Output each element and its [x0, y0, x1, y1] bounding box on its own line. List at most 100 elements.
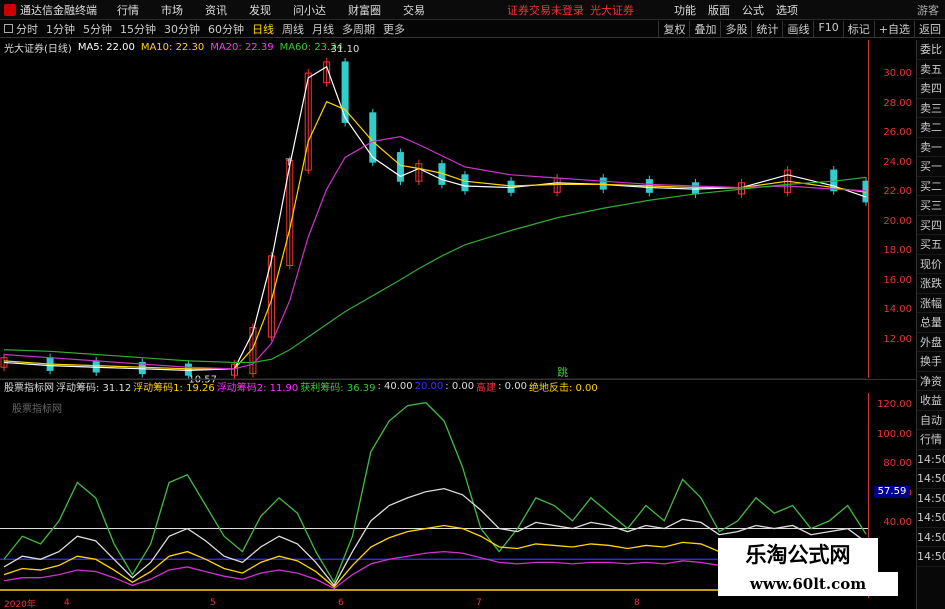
side-panel-item[interactable]: 涨幅 [917, 294, 945, 313]
side-panel-item[interactable]: 卖二 [917, 118, 945, 138]
indicator-value-line20: 20.00 [414, 381, 444, 392]
indicator-watermark-name: 股票指标网 [12, 404, 62, 415]
indicator-header: 股票指标网 浮动筹码: 31.12 浮动筹码1: 19.26 浮动筹码2: 11… [0, 379, 945, 394]
indicator-value-fightback: 绝地反击: 0.00 [528, 383, 598, 394]
tdx-app-window: 通达信金融终端 行情 市场 资讯 发现 问小达 财富圈 交易 证券交易未登录 光… [0, 0, 945, 609]
y-tick-label: 12.00 [883, 333, 912, 345]
side-panel-item[interactable]: 卖三 [917, 99, 945, 118]
side-panel-item[interactable]: 涨跌 [917, 274, 945, 294]
watermark-title: 乐淘公式网 [718, 538, 878, 572]
menu-discover[interactable]: 发现 [249, 2, 271, 18]
side-panel-item[interactable]: 自动 [917, 411, 945, 430]
side-panel-item[interactable]: 14:50 [917, 547, 945, 567]
y-tick-label: 120.00 [877, 399, 912, 410]
indicator-value-float1: 浮动筹码1: 19.26 [133, 383, 215, 394]
menu-news[interactable]: 资讯 [205, 2, 227, 18]
indicator-value-float2: 浮动筹码2: 11.90 [216, 383, 299, 394]
side-panel-item[interactable]: 外盘 [917, 333, 945, 352]
period-30min[interactable]: 30分钟 [164, 21, 200, 37]
f10-button[interactable]: F10 [813, 20, 842, 37]
date-tick-label: 4 [64, 598, 70, 608]
formula-button[interactable]: 公式 [742, 2, 764, 18]
period-1min[interactable]: 1分钟 [46, 21, 75, 37]
period-60min[interactable]: 60分钟 [208, 21, 244, 37]
side-panel-item[interactable]: 14:50 [917, 528, 945, 547]
y-tick-label: 30.00 [883, 68, 912, 79]
candle-body [92, 360, 100, 373]
side-panel-item[interactable]: 行情 [917, 430, 945, 450]
chart-tools: 复权 叠加 多股 统计 画线 F10 标记 +自选 返回 [658, 20, 945, 37]
watermark-url: www.60lt.com [718, 572, 898, 596]
y-tick-label: 28.00 [883, 97, 912, 109]
y-tick-label: 16.00 [883, 274, 912, 286]
side-panel-item[interactable]: 换手 [917, 352, 945, 372]
quote-side-panel: 委比 卖五 卖四 卖三 卖二 卖一 买一 买二 买三 买四 买五 现价 涨跌 涨幅 总量 外盘 换手 净资 收益 自动… [916, 40, 945, 609]
marker-t: T [285, 157, 293, 168]
side-panel-item[interactable]: 14:50 [917, 469, 945, 489]
candle-body [599, 177, 607, 190]
side-panel-item[interactable]: 卖五 [917, 60, 945, 79]
indicator-value-line40: : 40.00 [377, 381, 413, 392]
period-menu-icon[interactable] [4, 24, 13, 33]
app-logo-icon [4, 3, 16, 16]
multi-stock-button[interactable]: 多股 [720, 20, 751, 37]
top-menu-bar: 通达信金融终端 行情 市场 资讯 发现 问小达 财富圈 交易 证券交易未登录 光… [0, 0, 945, 20]
side-panel-item[interactable]: 买四 [917, 216, 945, 235]
menu-ask[interactable]: 问小达 [293, 2, 326, 18]
high-price-label: 31.10 [331, 44, 360, 55]
side-panel-item[interactable]: 买一 [917, 157, 945, 177]
indicator-value-zero: : 0.00 [445, 381, 475, 392]
overlay-button[interactable]: 叠加 [689, 20, 720, 37]
indicator-value-gaojian: 高建 [476, 383, 497, 394]
menu-trade[interactable]: 交易 [403, 2, 425, 18]
side-panel-item[interactable]: 总量 [917, 313, 945, 333]
side-panel-item[interactable]: 买三 [917, 196, 945, 216]
indicator-value-float: 浮动筹码: 31.12 [56, 383, 132, 394]
side-panel-item[interactable]: 卖一 [917, 138, 945, 157]
layout-button[interactable]: 版面 [708, 2, 730, 18]
side-panel-item[interactable]: 卖四 [917, 79, 945, 99]
restore-rights-button[interactable]: 复权 [658, 20, 689, 37]
period-monthly[interactable]: 月线 [312, 21, 334, 37]
side-panel-item[interactable]: 收益 [917, 391, 945, 411]
add-watchlist-button[interactable]: +自选 [873, 20, 914, 37]
back-button[interactable]: 返回 [914, 20, 945, 37]
period-5min[interactable]: 5分钟 [83, 21, 112, 37]
statistics-button[interactable]: 统计 [751, 20, 782, 37]
ma-line-ma10 [3, 100, 867, 370]
indicator-value-zero2: : 0.00 [498, 381, 527, 392]
period-15min[interactable]: 15分钟 [120, 21, 156, 37]
guest-button[interactable]: 游客 [917, 2, 939, 18]
side-panel-item[interactable]: 买五 [917, 235, 945, 255]
login-warning[interactable]: 证券交易未登录 [507, 2, 584, 18]
y-tick-label: 26.00 [883, 127, 912, 138]
side-panel-item[interactable]: 14:50 [917, 508, 945, 528]
period-intraday[interactable]: 分时 [16, 21, 38, 37]
y-tick-label: 14.00 [883, 304, 912, 315]
period-multi[interactable]: 多周期 [342, 21, 375, 37]
period-weekly[interactable]: 周线 [282, 21, 304, 37]
chart-canvas[interactable]: 31.1010.57T跳 [0, 40, 868, 597]
mark-button[interactable]: 标记 [842, 20, 874, 37]
menu-wealth[interactable]: 财富圈 [348, 2, 381, 18]
date-axis: 2020年 4 5 6 7 8 [0, 597, 945, 609]
side-panel-item[interactable]: 委比 [917, 40, 945, 60]
side-panel-item[interactable]: 现价 [917, 255, 945, 274]
y-tick-label: 20.00 [883, 215, 912, 227]
period-daily[interactable]: 日线 [252, 21, 274, 37]
period-more[interactable]: 更多 [383, 21, 405, 37]
side-panel-item[interactable]: 买二 [917, 177, 945, 196]
side-panel-item[interactable]: 14:50 [917, 489, 945, 508]
menu-market[interactable]: 市场 [161, 2, 183, 18]
y-tick-label: 100.00 [877, 428, 912, 440]
side-panel-item[interactable]: 14:50 [917, 450, 945, 469]
options-button[interactable]: 选项 [776, 2, 798, 18]
function-button[interactable]: 功能 [674, 2, 696, 18]
period-toolbar: 分时 1分钟 5分钟 15分钟 30分钟 60分钟 日线 周线 月线 多周期 更… [0, 20, 945, 38]
date-tick-label: 5 [210, 598, 216, 608]
marker-jump: 跳 [557, 365, 568, 379]
main-y-axis: 30.00 28.00 26.00 24.00 22.00 20.00 18.00 16.00… [868, 40, 916, 378]
side-panel-item[interactable]: 净资 [917, 372, 945, 391]
draw-line-button[interactable]: 画线 [782, 20, 813, 37]
menu-quotes[interactable]: 行情 [117, 2, 139, 18]
